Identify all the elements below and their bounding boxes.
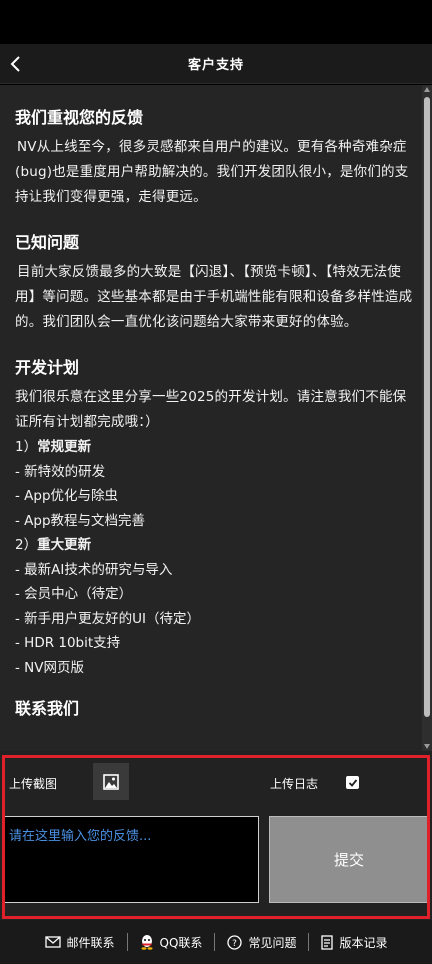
plan-regular-heading: 1）常规更新 <box>15 435 414 460</box>
section-title-contact: 联系我们 <box>15 699 80 718</box>
section-title-feedback: 我们重视您的反馈 <box>15 108 144 127</box>
upload-screenshot-button[interactable] <box>93 763 129 800</box>
list-item: - App优化与除虫 <box>15 488 119 504</box>
feedback-input[interactable] <box>4 816 259 903</box>
bottom-nav-label: 版本记录 <box>339 935 388 950</box>
section-paragraph-dev-plan: 我们很乐意在这里分享一些2025的开发计划。请注意我们不能保证所有计划都完成哦：… <box>15 389 407 430</box>
mail-icon <box>44 936 61 948</box>
section-title-dev-plan: 开发计划 <box>15 358 80 377</box>
scroll-up-arrow-icon[interactable] <box>424 87 430 92</box>
nav-bar: 客户支持 <box>0 44 432 84</box>
upload-screenshot-label: 上传截图 <box>9 777 58 791</box>
plan-major-label: 重大更新 <box>37 537 92 553</box>
help-circle-icon: ? <box>227 934 243 950</box>
plan-regular-label: 常规更新 <box>37 439 92 455</box>
list-item: - 最新AI技术的研究与导入 <box>15 561 173 578</box>
scrollbar[interactable] <box>422 85 432 751</box>
image-icon <box>103 773 119 790</box>
document-icon <box>321 934 334 950</box>
bottom-nav-faq[interactable]: ? 常见问题 <box>215 933 308 951</box>
section-title-known-issues: 已知问题 <box>15 233 80 252</box>
page-title: 客户支持 <box>187 58 244 73</box>
svg-text:?: ? <box>233 939 238 949</box>
bottom-nav-label: QQ联系 <box>159 935 203 950</box>
bottom-nav: 邮件联系 QQ联系 ? 常见问题 版本记录 <box>0 920 432 964</box>
list-item: - App教程与文档完善 <box>15 512 146 529</box>
list-item: - 会员中心（待定） <box>15 586 133 602</box>
scrollbar-thumb[interactable] <box>424 97 430 717</box>
status-bar <box>0 0 432 44</box>
section-paragraph-feedback: NV从上线至今，很多灵感都来自用户的建议。更有各种奇难杂症(bug)也是重度用户… <box>15 139 409 205</box>
bottom-nav-qq[interactable]: QQ联系 <box>128 933 215 951</box>
content-scroll-area[interactable]: 我们重视您的反馈 NV从上线至今，很多灵感都来自用户的建议。更有各种奇难杂症(b… <box>0 85 432 751</box>
plan-major-prefix: 2） <box>15 537 38 553</box>
list-item: - 新手用户更友好的UI（待定） <box>15 610 201 627</box>
bottom-nav-label: 邮件联系 <box>66 935 115 950</box>
bottom-nav-version[interactable]: 版本记录 <box>309 933 399 951</box>
bottom-nav-mail[interactable]: 邮件联系 <box>33 933 127 951</box>
qq-icon <box>140 934 154 950</box>
checkmark-icon <box>348 778 357 787</box>
bottom-nav-label: 常见问题 <box>248 935 297 950</box>
plan-major-heading: 2）重大更新 <box>15 533 414 558</box>
upload-log-label: 上传日志 <box>270 777 319 791</box>
scroll-down-arrow-icon[interactable] <box>424 744 430 749</box>
submit-button[interactable]: 提交 <box>269 816 429 903</box>
chevron-left-icon <box>10 56 20 72</box>
section-paragraph-known-issues: 目前大家反馈最多的大致是【闪退】、【预览卡顿】、【特效无法使用】等问题。这些基本… <box>15 264 413 330</box>
list-item: - NV网页版 <box>15 659 84 676</box>
back-button[interactable] <box>2 50 28 78</box>
list-item: - HDR 10bit支持 <box>15 635 121 651</box>
list-item: - 新特效的研发 <box>15 463 106 480</box>
plan-regular-prefix: 1） <box>15 439 38 455</box>
upload-log-checkbox[interactable] <box>346 776 359 789</box>
